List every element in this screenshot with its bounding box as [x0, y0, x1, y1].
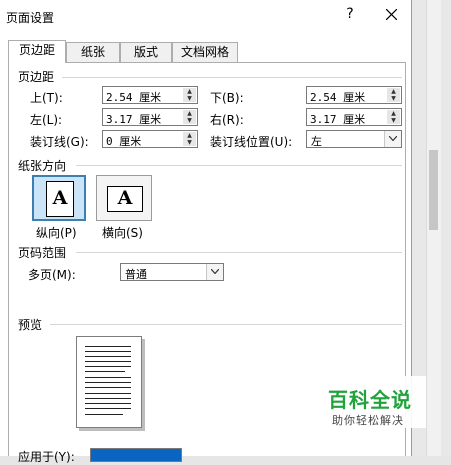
bottom-margin-spinner[interactable]: 2.54 厘米 ▲ ▼	[306, 86, 402, 104]
title-bar: 页面设置 ?	[0, 0, 412, 32]
dialog-title: 页面设置	[6, 11, 55, 25]
preview-section-title: 预览	[18, 318, 43, 332]
spin-up-icon[interactable]: ▲	[387, 88, 400, 95]
gutter-position-label: 装订线位置(U):	[210, 135, 293, 149]
spin-up-icon[interactable]: ▲	[387, 110, 400, 117]
left-margin-spinner[interactable]: 3.17 厘米 ▲ ▼	[102, 108, 198, 126]
portrait-page-icon: A	[46, 181, 74, 217]
spin-down-icon[interactable]: ▼	[183, 117, 196, 124]
orientation-section-title: 纸张方向	[18, 159, 67, 173]
watermark-subtitle: 助你轻松解决	[332, 414, 404, 427]
left-margin-label: 左(L):	[30, 113, 63, 127]
tab-paper[interactable]: 纸张	[66, 42, 120, 62]
gutter-value: 0 厘米	[106, 135, 142, 148]
right-margin-spinner[interactable]: 3.17 厘米 ▲ ▼	[306, 108, 402, 126]
landscape-button[interactable]: A	[96, 175, 152, 221]
tab-margins[interactable]: 页边距	[8, 40, 66, 63]
pages-section-title: 页码范围	[18, 246, 67, 260]
tab-document-grid[interactable]: 文档网格	[172, 42, 238, 62]
watermark-logo: 百科全说 助你轻松解决	[318, 376, 426, 428]
spin-down-icon[interactable]: ▼	[387, 117, 400, 124]
help-button[interactable]: ?	[342, 6, 358, 24]
spinner-arrows[interactable]: ▲ ▼	[183, 132, 196, 146]
gutter-spinner[interactable]: 0 厘米 ▲ ▼	[102, 130, 198, 148]
divider	[76, 252, 402, 253]
divider	[50, 324, 402, 325]
top-margin-value: 2.54 厘米	[106, 91, 162, 104]
spinner-arrows[interactable]: ▲ ▼	[387, 88, 400, 102]
spin-down-icon[interactable]: ▼	[183, 95, 196, 102]
gutter-position-select[interactable]: 左	[306, 130, 402, 148]
scrollbar-thumb[interactable]	[429, 150, 438, 230]
gutter-label: 装订线(G):	[30, 135, 89, 149]
spin-up-icon[interactable]: ▲	[183, 88, 196, 95]
bottom-margin-label: 下(B):	[210, 91, 244, 105]
chevron-down-icon[interactable]	[384, 131, 401, 147]
chevron-down-icon[interactable]	[206, 264, 223, 280]
tab-strip: 页边距 纸张 版式 文档网格	[8, 40, 406, 63]
portrait-label: 纵向(P)	[36, 226, 77, 240]
multiple-pages-value: 普通	[125, 268, 147, 281]
page-preview	[76, 336, 142, 428]
divider	[76, 165, 402, 166]
spinner-arrows[interactable]: ▲ ▼	[183, 88, 196, 102]
multiple-pages-select[interactable]: 普通	[120, 263, 224, 281]
tab-layout[interactable]: 版式	[120, 42, 172, 62]
left-margin-value: 3.17 厘米	[106, 113, 162, 126]
spin-down-icon[interactable]: ▼	[183, 139, 196, 146]
top-margin-spinner[interactable]: 2.54 厘米 ▲ ▼	[102, 86, 198, 104]
bottom-margin-value: 2.54 厘米	[310, 91, 366, 104]
margins-section-title: 页边距	[18, 70, 55, 84]
gutter-position-value: 左	[311, 135, 322, 148]
right-margin-label: 右(R):	[210, 113, 244, 127]
spinner-arrows[interactable]: ▲ ▼	[387, 110, 400, 124]
landscape-page-icon: A	[107, 186, 143, 212]
spinner-arrows[interactable]: ▲ ▼	[183, 110, 196, 124]
landscape-label: 横向(S)	[102, 226, 143, 240]
close-icon	[386, 9, 397, 20]
top-margin-label: 上(T):	[30, 91, 63, 105]
spin-down-icon[interactable]: ▼	[387, 95, 400, 102]
spin-up-icon[interactable]: ▲	[183, 132, 196, 139]
spin-up-icon[interactable]: ▲	[183, 110, 196, 117]
multiple-pages-label: 多页(M):	[28, 268, 76, 282]
portrait-button[interactable]: A	[32, 175, 86, 221]
close-button[interactable]	[378, 4, 406, 26]
apply-to-select[interactable]	[90, 448, 182, 462]
watermark-title: 百科全说	[328, 388, 412, 412]
scrollbar[interactable]	[426, 0, 441, 456]
divider	[62, 77, 402, 78]
right-margin-value: 3.17 厘米	[310, 113, 366, 126]
apply-to-label: 应用于(Y):	[18, 450, 75, 464]
